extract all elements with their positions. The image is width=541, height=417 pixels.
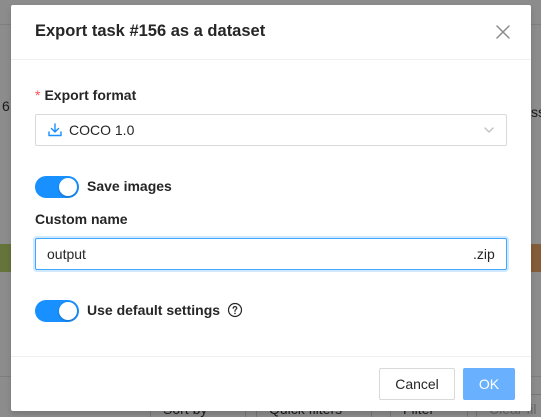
modal-footer: Cancel OK xyxy=(11,356,531,412)
question-circle-icon[interactable] xyxy=(227,302,243,318)
export-format-label: * Export format xyxy=(35,87,136,103)
save-images-switch[interactable] xyxy=(35,176,79,198)
required-mark: * xyxy=(35,87,41,103)
use-default-settings-switch[interactable] xyxy=(35,300,79,322)
custom-name-label: Custom name xyxy=(35,211,128,227)
export-format-value: COCO 1.0 xyxy=(69,122,135,138)
export-format-label-text: Export format xyxy=(44,87,137,103)
download-icon xyxy=(48,123,62,137)
custom-name-field: .zip xyxy=(35,238,507,270)
use-default-settings-label: Use default settings xyxy=(87,302,221,318)
export-dataset-modal: Export task #156 as a dataset * Export fo… xyxy=(11,5,531,411)
custom-name-input[interactable] xyxy=(47,239,447,269)
close-icon xyxy=(496,25,510,39)
zip-suffix: .zip xyxy=(473,246,495,262)
chevron-down-icon xyxy=(484,127,494,133)
modal-title: Export task #156 as a dataset xyxy=(35,22,266,40)
switch-knob xyxy=(59,178,77,196)
ok-button[interactable]: OK xyxy=(463,368,515,400)
close-button[interactable] xyxy=(491,20,515,44)
save-images-label: Save images xyxy=(87,178,172,194)
cancel-button[interactable]: Cancel xyxy=(379,368,455,400)
switch-knob xyxy=(59,302,77,320)
modal-header: Export task #156 as a dataset xyxy=(11,5,531,60)
export-format-select[interactable]: COCO 1.0 xyxy=(35,114,507,146)
